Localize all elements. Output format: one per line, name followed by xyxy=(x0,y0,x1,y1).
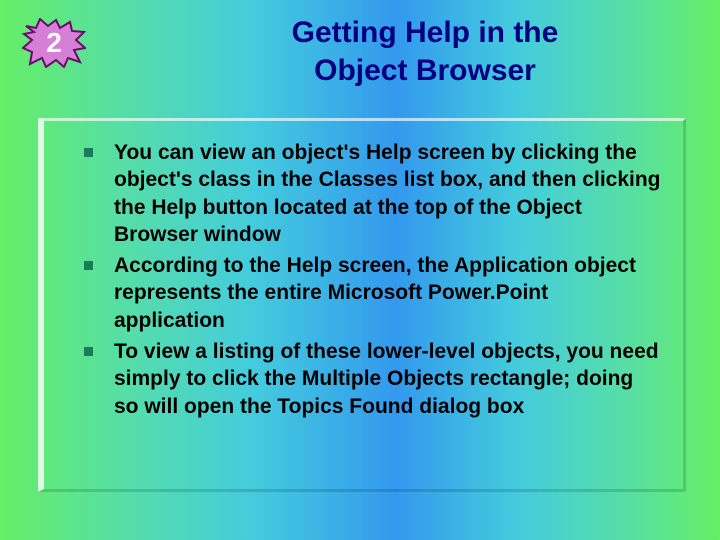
slide-number: 2 xyxy=(22,18,86,68)
title-line-2: Object Browser xyxy=(314,54,536,87)
bullet-text: You can view an object's Help screen by … xyxy=(114,141,661,246)
bullet-text: To view a listing of these lower-level o… xyxy=(114,340,659,418)
bullet-text: According to the Help screen, the Applic… xyxy=(114,254,636,332)
slide-title: Getting Help in the Object Browser xyxy=(170,14,680,89)
list-item: To view a listing of these lower-level o… xyxy=(74,338,661,420)
bullet-list: You can view an object's Help screen by … xyxy=(74,139,661,420)
square-bullet-icon xyxy=(84,347,93,356)
slide-number-badge: 2 xyxy=(22,18,86,68)
body-panel: You can view an object's Help screen by … xyxy=(38,118,686,492)
square-bullet-icon xyxy=(84,261,93,270)
list-item: According to the Help screen, the Applic… xyxy=(74,252,661,334)
list-item: You can view an object's Help screen by … xyxy=(74,139,661,248)
title-line-1: Getting Help in the xyxy=(292,16,559,49)
square-bullet-icon xyxy=(84,148,93,157)
